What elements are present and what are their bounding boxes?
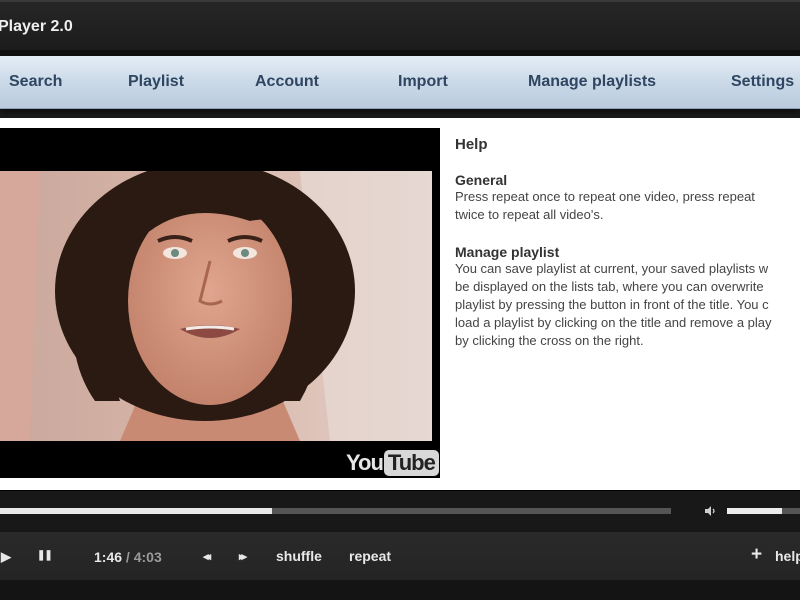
help-text-line: load a playlist by clicking on the title…	[455, 315, 772, 330]
title-bar: Player 2.0	[0, 0, 800, 50]
add-icon[interactable]: +	[751, 544, 762, 566]
volume-slider-fill	[727, 508, 782, 514]
repeat-button[interactable]: repeat	[349, 548, 391, 564]
time-display: 1:46 / 4:03	[94, 549, 162, 565]
help-title: Help	[455, 136, 488, 153]
help-text-line: You can save playlist at current, your s…	[455, 261, 769, 276]
youtube-logo[interactable]: You Tube	[346, 450, 439, 476]
current-time: 1:46	[94, 549, 123, 565]
help-text-line: be displayed on the lists tab, where you…	[455, 279, 764, 294]
help-text-line: Press repeat once to repeat one video, p…	[455, 189, 755, 204]
help-text-line: playlist by pressing the button in front…	[455, 297, 769, 312]
nav-import[interactable]: Import	[398, 73, 448, 91]
video-player[interactable]: You Tube	[0, 128, 440, 478]
bottom-strip	[0, 580, 800, 600]
content-area: You Tube Help General Press repeat once …	[0, 118, 800, 490]
progress-area	[0, 490, 800, 533]
help-heading-manage-playlist: Manage playlist	[455, 244, 560, 260]
app-title: Player 2.0	[0, 18, 73, 35]
help-heading-general: General	[455, 172, 508, 188]
seek-bar-fill	[0, 508, 272, 514]
nav-settings[interactable]: Settings	[731, 73, 794, 91]
previous-icon[interactable]: ◂◂	[203, 550, 211, 563]
youtube-logo-tube: Tube	[383, 450, 439, 476]
duration: 4:03	[133, 549, 162, 565]
nav-manage-playlists[interactable]: Manage playlists	[528, 73, 656, 91]
nav-account[interactable]: Account	[255, 73, 319, 91]
pause-icon[interactable]: ❚❚	[37, 550, 53, 561]
video-frame-image[interactable]	[0, 171, 432, 441]
next-icon[interactable]: ▸▸	[239, 550, 247, 563]
help-panel: Help General Press repeat once to repeat…	[455, 136, 800, 370]
play-icon[interactable]: ▶	[1, 549, 11, 565]
shuffle-button[interactable]: shuffle	[276, 548, 322, 564]
help-section-manage-playlist: Manage playlist You can save playlist at…	[455, 244, 800, 350]
help-section-general: General Press repeat once to repeat one …	[455, 172, 800, 224]
help-text-line: twice to repeat all video's.	[455, 207, 604, 222]
youtube-logo-you: You	[346, 450, 384, 475]
seek-bar[interactable]	[0, 508, 671, 514]
time-separator: /	[122, 549, 134, 565]
main-nav: Search Playlist Account Import Manage pl…	[0, 56, 800, 109]
volume-icon[interactable]	[703, 504, 717, 518]
nav-search[interactable]: Search	[9, 73, 62, 91]
help-button[interactable]: help	[775, 548, 800, 564]
volume-slider[interactable]	[727, 508, 800, 514]
help-text-line: by clicking the cross on the right.	[455, 333, 644, 348]
nav-playlist[interactable]: Playlist	[128, 73, 184, 91]
